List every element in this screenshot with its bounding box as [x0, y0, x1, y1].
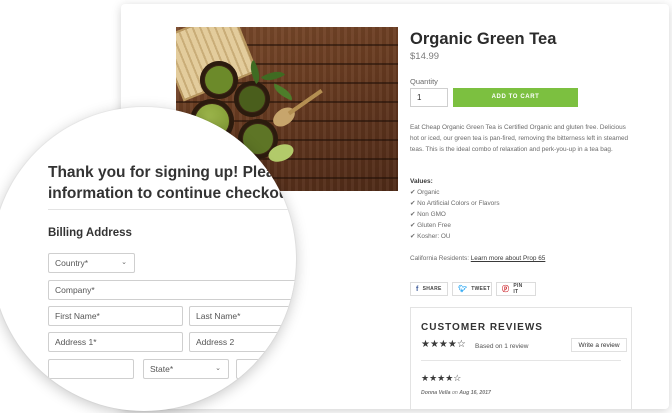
share-facebook-label: SHARE: [422, 286, 442, 292]
heading-divider: [48, 209, 296, 210]
value-item: ✔ Gluten Free: [410, 222, 451, 229]
california-notice: California Residents: Learn more about P…: [410, 255, 545, 262]
reviews-count: Based on 1 review: [475, 343, 529, 350]
prop65-link[interactable]: Learn more about Prop 65: [471, 255, 546, 262]
share-twitter-button[interactable]: 🐦︎ TWEET: [452, 282, 492, 296]
review-date: Aug 16, 2017: [459, 390, 491, 396]
reviews-title: CUSTOMER REVIEWS: [421, 322, 543, 333]
state-select[interactable]: State* ⌄: [143, 359, 229, 379]
chevron-down-icon: ⌄: [215, 365, 221, 372]
company-field[interactable]: Company*: [48, 280, 296, 300]
address1-placeholder: Address 1*: [55, 337, 97, 347]
last-name-placeholder: Last Name*: [196, 311, 241, 321]
address2-field[interactable]: Address 2: [189, 332, 296, 352]
share-pinterest-label: PIN IT: [513, 283, 523, 295]
address2-placeholder: Address 2: [196, 337, 235, 347]
last-name-field[interactable]: Last Name*: [189, 306, 296, 326]
share-facebook-button[interactable]: f SHARE: [410, 282, 448, 296]
review-author-line: Donna Vella on Aug 16, 2017: [421, 390, 491, 396]
city-field[interactable]: [48, 359, 134, 379]
chevron-down-icon: ⌄: [121, 259, 127, 266]
pinterest-icon: ⓟ: [502, 286, 510, 293]
checkout-heading-line2: information to continue checkout: [48, 185, 294, 202]
add-to-cart-button[interactable]: ADD TO CART: [453, 88, 578, 107]
product-description: Eat Cheap Organic Green Tea is Certified…: [410, 124, 629, 153]
customer-reviews-panel: CUSTOMER REVIEWS ★★★★☆ Based on 1 review…: [410, 307, 632, 409]
share-twitter-label: TWEET: [471, 286, 491, 292]
facebook-icon: f: [416, 285, 419, 293]
write-review-button[interactable]: Write a review: [571, 338, 627, 352]
california-label: California Residents:: [410, 255, 469, 262]
values-heading: Values:: [410, 178, 433, 185]
review-rating-stars: ★★★★☆: [421, 373, 462, 383]
value-item: ✔ Organic: [410, 189, 440, 196]
checkout-heading-line1: Thank you for signing up! Please: [48, 164, 292, 181]
country-select[interactable]: Country* ⌄: [48, 253, 135, 273]
tea-leaf-graphic: [260, 66, 286, 86]
address1-field[interactable]: Address 1*: [48, 332, 183, 352]
review-on: on: [451, 390, 458, 396]
value-item: ✔ No Artificial Colors or Flavors: [410, 200, 500, 207]
quantity-input[interactable]: 1: [410, 88, 448, 107]
product-title: Organic Green Tea: [410, 30, 557, 48]
first-name-placeholder: First Name*: [55, 311, 100, 321]
first-name-field[interactable]: First Name*: [48, 306, 183, 326]
tea-leaf-graphic: [270, 83, 296, 101]
checkout-heading: Thank you for signing up! Please informa…: [48, 162, 296, 204]
value-item: ✔ Kosher: OU: [410, 233, 451, 240]
checkout-magnifier: Thank you for signing up! Please informa…: [0, 107, 296, 411]
value-item: ✔ Non GMO: [410, 211, 446, 218]
state-placeholder: State*: [150, 364, 174, 374]
product-price: $14.99: [410, 51, 440, 62]
reviews-divider: [421, 360, 621, 361]
average-rating-stars: ★★★★☆: [421, 339, 466, 350]
company-placeholder: Company*: [55, 285, 95, 295]
values-list: ✔ Organic ✔ No Artificial Colors or Flav…: [410, 187, 500, 242]
quantity-label: Quantity: [410, 77, 438, 86]
twitter-icon: 🐦︎: [458, 286, 468, 293]
share-pinterest-button[interactable]: ⓟ PIN IT: [496, 282, 536, 296]
country-placeholder: Country*: [55, 258, 89, 268]
tea-bowl-graphic: [200, 61, 238, 99]
zip-field[interactable]: [236, 359, 296, 379]
review-author: Donna Vella: [421, 390, 451, 396]
billing-address-title: Billing Address: [48, 227, 132, 239]
